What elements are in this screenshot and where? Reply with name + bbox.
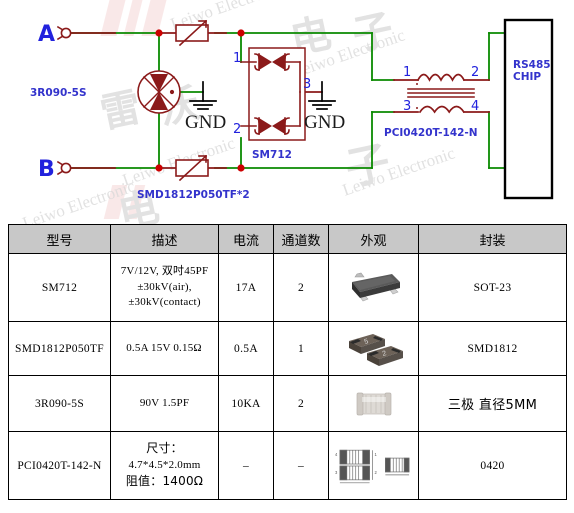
cell-package: 0420 — [418, 431, 567, 500]
rs485-chip-label-line1: RS485 — [513, 59, 551, 71]
tvs-array-sm712-symbol — [240, 47, 306, 141]
svg-text:2: 2 — [374, 469, 377, 474]
cell-current: 17A — [218, 253, 274, 322]
choke-pin-1-label: 1 — [403, 65, 411, 80]
svg-text:3: 3 — [335, 469, 338, 474]
table-row: 3R090-5S 90V 1.5PF 10KA 2 三极 直径5MM — [8, 375, 567, 432]
schematic-diagram: A B 3R090-5S SMD1812P050TF*2 SM712 PCI04… — [30, 18, 554, 201]
cell-description: 0.5A 15V 0.15Ω — [110, 321, 219, 376]
package-text: 三极 直径5MM — [447, 398, 538, 413]
desc-line: 阻值：1400Ω — [125, 474, 204, 489]
cell-model: SM712 — [8, 253, 111, 322]
tvs-pin-2-label: 2 — [233, 122, 241, 137]
parts-table-container: 型号 描述 电流 通道数 外观 封装 SM712 7V/12V, 双吋45PF … — [8, 224, 567, 500]
desc-line: 尺寸： — [146, 440, 183, 455]
choke-pin-4-label: 4 — [471, 99, 479, 114]
parts-table: 型号 描述 电流 通道数 外观 封装 SM712 7V/12V, 双吋45PF … — [8, 224, 567, 500]
col-package: 封装 — [418, 224, 567, 254]
tvs-pin-1-label: 1 — [233, 51, 241, 66]
cell-channels: 1 — [273, 321, 329, 376]
ground-label-2: GND — [304, 112, 345, 133]
col-channels: 通道数 — [273, 224, 329, 254]
cell-package: 三极 直径5MM — [418, 375, 567, 432]
cell-model: PCI0420T-142-N — [8, 431, 111, 500]
port-a-terminal — [56, 25, 72, 41]
tvs-pin-3-label: 3 — [303, 77, 311, 92]
smd1812-package-photo: 5 2 — [348, 333, 403, 366]
table-row: SMD1812P050TF 0.5A 15V 0.15Ω 0.5A 1 5 2 … — [8, 321, 567, 376]
svg-text:1: 1 — [374, 452, 377, 457]
ptc-component-label: SMD1812P050TF*2 — [137, 189, 250, 201]
cell-description: 7V/12V, 双吋45PF ±30kV(air), ±30kV(contact… — [110, 253, 219, 322]
cell-appearance — [328, 375, 419, 432]
col-appearance: 外观 — [328, 224, 419, 254]
cell-package: SOT-23 — [418, 253, 567, 322]
port-b-terminal — [56, 160, 72, 176]
table-row: SM712 7V/12V, 双吋45PF ±30kV(air), ±30kV(c… — [8, 253, 567, 322]
gdt-component-label: 3R090-5S — [30, 87, 87, 99]
cell-model: SMD1812P050TF — [8, 321, 111, 376]
gas-discharge-tube-symbol — [137, 70, 181, 114]
tvs-component-label: SM712 — [252, 149, 292, 161]
col-current: 电流 — [218, 224, 274, 254]
cell-channels: 2 — [273, 375, 329, 432]
cell-appearance — [328, 253, 419, 322]
choke-pin-3-label: 3 — [403, 99, 411, 114]
desc-line: 90V 1.5PF — [139, 396, 190, 409]
table-row: PCI0420T-142-N 尺寸： 4.7*4.5*2.0mm 阻值：1400… — [8, 431, 567, 500]
cell-appearance: 5 2 — [328, 321, 419, 376]
desc-line: 0.5A 15V 0.15Ω — [126, 341, 202, 354]
port-b-label: B — [38, 157, 55, 182]
desc-line: 4.7*4.5*2.0mm — [128, 458, 201, 471]
desc-line: 7V/12V, 双吋45PF — [120, 264, 209, 277]
cell-current: 10KA — [218, 375, 274, 432]
cell-appearance: 4 1 3 2 — [328, 431, 419, 500]
rs485-chip-block — [503, 18, 554, 200]
col-model: 型号 — [8, 224, 111, 254]
cell-channels: – — [273, 431, 329, 500]
cell-channels: 2 — [273, 253, 329, 322]
cell-description: 尺寸： 4.7*4.5*2.0mm 阻值：1400Ω — [110, 431, 219, 500]
ptc-fuse-top-symbol — [175, 19, 209, 47]
sot23-package-photo — [351, 272, 400, 301]
ground-symbol-2 — [308, 81, 336, 110]
cell-description: 90V 1.5PF — [110, 375, 219, 432]
col-description: 描述 — [110, 224, 219, 254]
gdt-tube-photo — [356, 392, 391, 415]
desc-line: ±30kV(air), — [137, 280, 192, 293]
cell-current: – — [218, 431, 274, 500]
page-root: Leiwo Electronic Leiwo Electronic Leiwo … — [0, 0, 574, 513]
desc-line: ±30kV(contact) — [128, 296, 201, 309]
ground-label-1: GND — [185, 112, 226, 133]
choke-drawing: 4 1 3 2 — [335, 449, 410, 483]
choke-component-label: PCI0420T-142-N — [384, 127, 478, 139]
port-a-label: A — [38, 22, 55, 47]
choke-pin-2-label: 2 — [471, 65, 479, 80]
svg-text:4: 4 — [335, 452, 338, 457]
ptc-fuse-bottom-symbol — [175, 154, 209, 182]
rs485-chip-label-line2: CHIP — [513, 71, 541, 83]
cell-current: 0.5A — [218, 321, 274, 376]
cell-model: 3R090-5S — [8, 375, 111, 432]
table-header-row: 型号 描述 电流 通道数 外观 封装 — [8, 224, 567, 254]
cell-package: SMD1812 — [418, 321, 567, 376]
ground-symbol-1 — [189, 81, 217, 110]
